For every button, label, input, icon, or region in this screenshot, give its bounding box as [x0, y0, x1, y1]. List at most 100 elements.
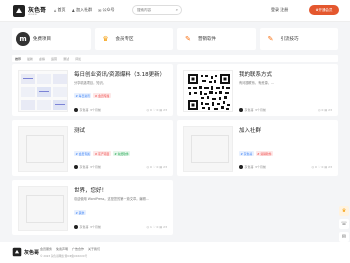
filter-tab[interactable]: 运营 — [51, 57, 57, 61]
logo-mark-icon — [12, 247, 22, 257]
nav-item-community[interactable]: ♟ 加入社群 — [72, 6, 93, 14]
nav-label: 首页 — [57, 7, 66, 12]
wechat-icon[interactable]: ✉ — [339, 232, 349, 242]
post-title[interactable]: 测试 — [74, 126, 85, 134]
post-time: 3个月前 — [90, 165, 101, 169]
author-name[interactable]: 灰色哥 — [80, 165, 89, 169]
footer-link[interactable]: 广告合作 — [72, 247, 84, 251]
post-tags: # 其他 — [74, 210, 86, 215]
post-thumbnail-placeholder[interactable] — [18, 126, 68, 172]
site-footer: 灰色哥 会员服务 免责声明 广告合作 关于我们 © 2023 灰色哥网络 浙IC… — [0, 242, 350, 263]
post-title[interactable]: 每日创业资讯/资源爆料（3.18更新） — [74, 70, 165, 78]
post-author: 灰色哥 3个月前 — [239, 165, 266, 169]
avatar — [74, 165, 78, 169]
category-marketing-software[interactable]: ✎ 营销软件 — [177, 28, 256, 50]
footer-links: 会员服务 免责声明 广告合作 关于我们 — [40, 247, 100, 251]
post-card[interactable]: 我的联系方式 有问题联系，有资源，... 灰色哥 3个月前 ◎ 0 ▤ 23 — [177, 64, 338, 116]
footer-link[interactable]: 免责声明 — [56, 247, 68, 251]
avatar — [239, 108, 243, 112]
main-nav: ⌂ 首页 ♟ 加入社群 ✉ 公众号 — [54, 6, 115, 14]
tag[interactable]: # 会员专属 — [74, 151, 92, 156]
category-vip-zone[interactable]: ♛ 会员专区 — [94, 28, 173, 50]
author-name[interactable]: 灰色哥 — [245, 165, 254, 169]
category-free-projects[interactable]: m 免费项目 — [12, 28, 91, 50]
post-title[interactable]: 我的联系方式 — [239, 70, 272, 78]
avatar — [74, 225, 78, 229]
tag[interactable]: # 灰产项目 — [93, 151, 111, 156]
site-logo[interactable]: 灰色哥 HUISEGE — [12, 4, 46, 18]
post-excerpt: 分享精选项目，知识。 — [74, 81, 106, 85]
copyright-text: © 2023 灰色哥网络 浙ICP备XXXXXX号 — [40, 255, 88, 258]
post-time: 3个月前 — [255, 108, 266, 112]
crown-icon: ♛ — [98, 32, 113, 46]
post-thumbnail-placeholder[interactable] — [18, 186, 68, 231]
post-author: 灰色哥 3个月前 — [74, 225, 101, 229]
post-stats: ◎ 0 ♡ 0 ▤ 23 — [146, 165, 167, 169]
filter-tabs: 推荐 最新 虚拟 运营 测试 评论 — [12, 55, 338, 62]
post-author: 灰色哥 3个月前 — [239, 108, 266, 112]
nav-item-home[interactable]: ⌂ 首页 — [54, 6, 66, 14]
filter-tab[interactable]: 推荐 — [15, 57, 21, 61]
post-stats: ◎ 0 ▤ 23 — [317, 108, 332, 112]
post-card[interactable]: 世界，您好！ 欢迎使用 WordPress。这是您的第一篇文章。编辑... # … — [12, 180, 173, 235]
nav-label: 加入社群 — [76, 7, 93, 12]
chat-icon[interactable]: ☏ — [339, 219, 349, 229]
qr-code-image — [184, 71, 232, 111]
post-tags: # 每日资讯 # 会员专属 — [74, 93, 111, 98]
category-label: 会员专区 — [115, 37, 134, 42]
author-name[interactable]: 灰色哥 — [80, 225, 89, 229]
post-thumbnail[interactable] — [18, 70, 68, 112]
post-author: 灰色哥 3个月前 — [74, 108, 101, 112]
post-title[interactable]: 世界，您好！ — [74, 186, 107, 194]
footer-link[interactable]: 会员服务 — [40, 247, 52, 251]
vip-button[interactable]: ♛开通会员 — [309, 5, 339, 15]
tag[interactable]: # 免费软件 — [112, 151, 131, 156]
post-tags: # 会员专属 # 灰产项目 # 免费软件 — [74, 151, 131, 156]
search-icon[interactable]: ⌕ — [176, 7, 178, 12]
search-box: ⌕ — [132, 5, 182, 15]
post-stats: ◎ 0 ♡ 0 ▤ 23 — [146, 108, 167, 112]
category-label: 免费项目 — [33, 37, 51, 42]
tag[interactable]: # 会员专属 — [93, 93, 111, 98]
post-card[interactable]: 每日创业资讯/资源爆料（3.18更新） 分享精选项目，知识。 # 每日资讯 # … — [12, 64, 173, 116]
tag[interactable]: # 每日资讯 — [74, 93, 92, 98]
post-stats: ◎ 1 ♡ 0 ▤ 23 — [146, 225, 167, 229]
post-excerpt: 有问题联系，有资源，... — [239, 81, 274, 85]
footer-link[interactable]: 关于我们 — [88, 247, 100, 251]
m-logo-icon: m — [16, 32, 30, 46]
filter-tab[interactable]: 测试 — [63, 57, 69, 61]
post-card[interactable]: 测试 # 会员专属 # 灰产项目 # 免费软件 灰色哥 3个月前 ◎ 0 ♡ 0… — [12, 120, 173, 176]
tag[interactable]: # 营销软件 — [255, 151, 274, 156]
category-row: m 免费项目 ♛ 会员专区 ✎ 营销软件 ✎ 引流技巧 — [12, 28, 338, 50]
avatar — [239, 165, 243, 169]
tag[interactable]: # 灰色哥 — [239, 151, 254, 156]
post-title[interactable]: 加入社群 — [239, 126, 261, 134]
category-label: 营销软件 — [198, 37, 216, 42]
crown-icon[interactable]: ♛ — [339, 206, 349, 216]
nav-label: 公众号 — [102, 7, 115, 12]
post-time: 3个月前 — [90, 225, 101, 229]
author-name[interactable]: 灰色哥 — [80, 108, 89, 112]
post-excerpt: 欢迎使用 WordPress。这是您的第一篇文章。编辑... — [74, 197, 149, 201]
post-tags: # 灰色哥 # 营销软件 — [239, 151, 274, 156]
home-icon: ⌂ — [54, 7, 57, 13]
category-label: 引流技巧 — [280, 37, 299, 42]
filter-tab[interactable]: 虚拟 — [39, 57, 45, 61]
search-input[interactable] — [137, 6, 177, 14]
author-name[interactable]: 灰色哥 — [245, 108, 254, 112]
tag[interactable]: # 其他 — [74, 210, 86, 215]
footer-logo[interactable]: 灰色哥 — [12, 247, 39, 257]
wechat-icon: ✉ — [98, 7, 102, 13]
screenshot-collage-image — [19, 71, 67, 111]
users-icon: ♟ — [71, 7, 76, 13]
category-traffic-tips[interactable]: ✎ 引流技巧 — [259, 28, 338, 50]
post-card[interactable]: 加入社群 # 灰色哥 # 营销软件 灰色哥 3个月前 ◎ 0 ♡ 0 ▤ 23 — [177, 120, 338, 176]
nav-item-wechat[interactable]: ✉ 公众号 — [98, 6, 114, 14]
login-register-link[interactable]: 登录 注册 — [271, 7, 288, 13]
post-thumbnail[interactable] — [183, 70, 233, 112]
filter-tab[interactable]: 最新 — [27, 57, 33, 61]
filter-tab[interactable]: 评论 — [75, 57, 81, 61]
pencil-icon: ✎ — [263, 32, 278, 46]
avatar — [74, 108, 78, 112]
post-thumbnail-placeholder[interactable] — [183, 126, 233, 172]
